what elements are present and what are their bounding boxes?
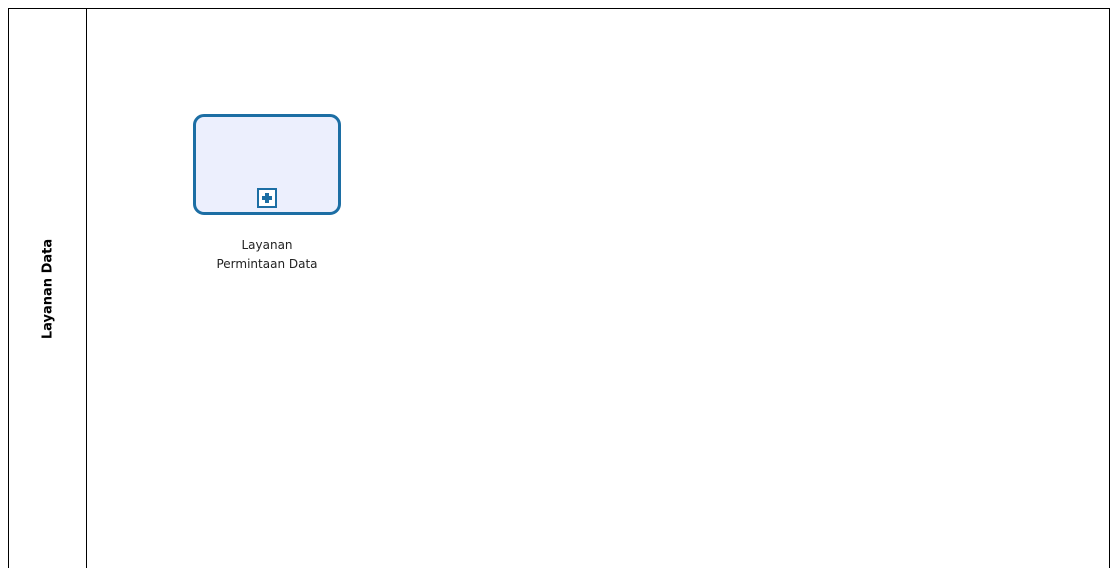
subprocess-label: Layanan Permintaan Data	[187, 236, 347, 274]
subprocess-layanan-permintaan-data[interactable]	[193, 114, 341, 215]
subprocess-label-line1: Layanan	[241, 238, 293, 252]
collapsed-subprocess-plus-icon[interactable]	[257, 188, 277, 208]
plus-vertical-bar	[265, 193, 269, 203]
pool-header: Layanan Data	[9, 9, 87, 568]
subprocess-label-line2: Permintaan Data	[216, 257, 318, 271]
pool-layanan-data[interactable]: Layanan Data	[8, 8, 1110, 568]
pool-label: Layanan Data	[40, 238, 56, 340]
